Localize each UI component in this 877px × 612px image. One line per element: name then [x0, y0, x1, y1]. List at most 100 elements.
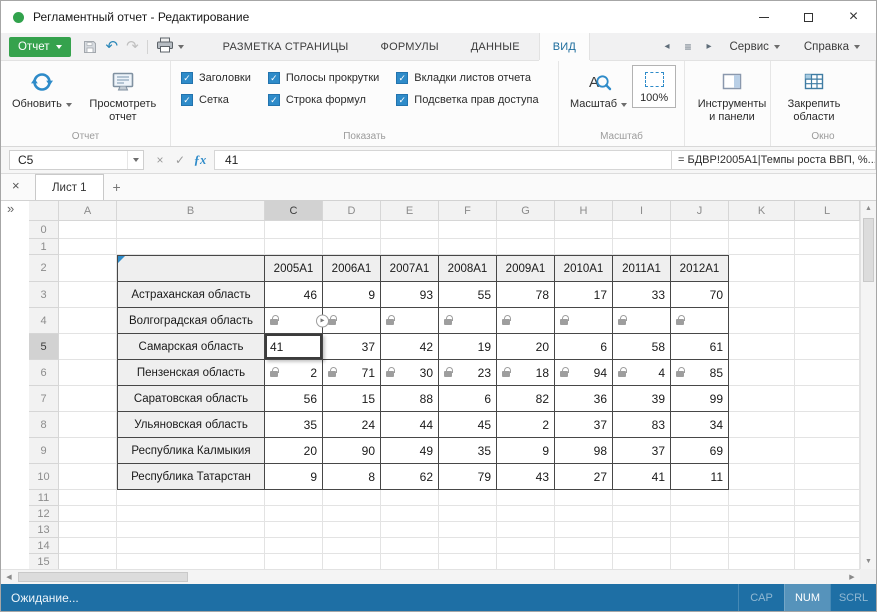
- cell-H7[interactable]: 36: [555, 386, 613, 412]
- cell-C0[interactable]: [265, 221, 323, 239]
- cell-L0[interactable]: [795, 221, 860, 239]
- cell-G5[interactable]: 20: [497, 334, 555, 360]
- cell-E14[interactable]: [381, 538, 439, 554]
- cell-G9[interactable]: 9: [497, 438, 555, 464]
- column-header-F[interactable]: F: [439, 201, 497, 221]
- cell-I9[interactable]: 37: [613, 438, 671, 464]
- cell-L12[interactable]: [795, 506, 860, 522]
- row-header-2[interactable]: 2: [29, 255, 59, 282]
- scroll-up-icon[interactable]: ▲: [861, 201, 876, 216]
- cell-H14[interactable]: [555, 538, 613, 554]
- cell-G14[interactable]: [497, 538, 555, 554]
- cell-C3[interactable]: 46: [265, 282, 323, 308]
- cell-D10[interactable]: 8: [323, 464, 381, 490]
- vertical-scroll-thumb[interactable]: [863, 218, 874, 282]
- cell-C11[interactable]: [265, 490, 323, 506]
- cell-F2[interactable]: 2008A1: [439, 255, 497, 282]
- tab-formulas[interactable]: ФОРМУЛЫ: [368, 33, 452, 60]
- column-header-C[interactable]: C: [265, 201, 323, 221]
- cell-L7[interactable]: [795, 386, 860, 412]
- row-header-8[interactable]: 8: [29, 412, 59, 438]
- cell-B3[interactable]: Астраханская область: [117, 282, 265, 308]
- cell-F10[interactable]: 79: [439, 464, 497, 490]
- cancel-entry-button[interactable]: ×: [150, 153, 170, 167]
- cell-J15[interactable]: [671, 554, 729, 569]
- cell-L9[interactable]: [795, 438, 860, 464]
- freeze-panes-button[interactable]: Закрепить области: [777, 65, 851, 127]
- cell-D3[interactable]: 9: [323, 282, 381, 308]
- row-header-10[interactable]: 10: [29, 464, 59, 490]
- row-header-3[interactable]: 3: [29, 282, 59, 308]
- cell-F4[interactable]: [439, 308, 497, 334]
- cell-F13[interactable]: [439, 522, 497, 538]
- cell-E11[interactable]: [381, 490, 439, 506]
- horizontal-scrollbar[interactable]: ◀ ▶: [1, 569, 860, 584]
- cell-C12[interactable]: [265, 506, 323, 522]
- column-header-K[interactable]: K: [729, 201, 795, 221]
- cell-G4[interactable]: [497, 308, 555, 334]
- cell-B5[interactable]: Самарская область: [117, 334, 265, 360]
- maximize-button[interactable]: [786, 1, 831, 33]
- cell-H0[interactable]: [555, 221, 613, 239]
- cell-K14[interactable]: [729, 538, 795, 554]
- cell-B0[interactable]: [117, 221, 265, 239]
- cell-F6[interactable]: 23: [439, 360, 497, 386]
- cell-A13[interactable]: [59, 522, 117, 538]
- row-header-0[interactable]: 0: [29, 221, 59, 239]
- cell-L5[interactable]: [795, 334, 860, 360]
- cell-B6[interactable]: Пензенская область: [117, 360, 265, 386]
- cell-C10[interactable]: 9: [265, 464, 323, 490]
- cell-C5[interactable]: 41: [265, 334, 323, 360]
- cell-F14[interactable]: [439, 538, 497, 554]
- cell-K1[interactable]: [729, 239, 795, 255]
- cell-L13[interactable]: [795, 522, 860, 538]
- cell-B12[interactable]: [117, 506, 265, 522]
- cell-A7[interactable]: [59, 386, 117, 412]
- print-button[interactable]: [156, 37, 184, 56]
- cell-G8[interactable]: 2: [497, 412, 555, 438]
- cell-K6[interactable]: [729, 360, 795, 386]
- scroll-left-icon[interactable]: ◀: [1, 570, 17, 584]
- cell-G6[interactable]: 18: [497, 360, 555, 386]
- cell-E3[interactable]: 93: [381, 282, 439, 308]
- cell-B8[interactable]: Ульяновская область: [117, 412, 265, 438]
- cell-L3[interactable]: [795, 282, 860, 308]
- cell-H11[interactable]: [555, 490, 613, 506]
- cell-J6[interactable]: 85: [671, 360, 729, 386]
- cell-A15[interactable]: [59, 554, 117, 569]
- cell-H5[interactable]: 6: [555, 334, 613, 360]
- cell-E12[interactable]: [381, 506, 439, 522]
- cell-H1[interactable]: [555, 239, 613, 255]
- cell-B10[interactable]: Республика Татарстан: [117, 464, 265, 490]
- cell-I8[interactable]: 83: [613, 412, 671, 438]
- cell-E15[interactable]: [381, 554, 439, 569]
- cell-J3[interactable]: 70: [671, 282, 729, 308]
- cell-I6[interactable]: 4: [613, 360, 671, 386]
- cell-G10[interactable]: 43: [497, 464, 555, 490]
- cell-J2[interactable]: 2012A1: [671, 255, 729, 282]
- cell-E13[interactable]: [381, 522, 439, 538]
- cell-F11[interactable]: [439, 490, 497, 506]
- cell-G15[interactable]: [497, 554, 555, 569]
- column-header-E[interactable]: E: [381, 201, 439, 221]
- cell-A3[interactable]: [59, 282, 117, 308]
- ribbon-options-icon[interactable]: ≡: [679, 38, 696, 55]
- cell-I14[interactable]: [613, 538, 671, 554]
- cell-B4[interactable]: Волгоградская область: [117, 308, 265, 334]
- preview-report-button[interactable]: Просмотреть отчет: [77, 65, 169, 127]
- cell-A9[interactable]: [59, 438, 117, 464]
- toggle-access-rights[interactable]: ✓ Подсветка прав доступа: [396, 94, 538, 106]
- cell-A2[interactable]: [59, 255, 117, 282]
- cell-I4[interactable]: [613, 308, 671, 334]
- row-header-13[interactable]: 13: [29, 522, 59, 538]
- cell-A5[interactable]: [59, 334, 117, 360]
- cell-H15[interactable]: [555, 554, 613, 569]
- cell-J10[interactable]: 11: [671, 464, 729, 490]
- cell-I3[interactable]: 33: [613, 282, 671, 308]
- cell-I15[interactable]: [613, 554, 671, 569]
- undo-button[interactable]: ↶: [106, 39, 119, 54]
- cell-D9[interactable]: 90: [323, 438, 381, 464]
- row-header-6[interactable]: 6: [29, 360, 59, 386]
- cell-reference-box[interactable]: C5: [9, 150, 144, 170]
- sheet-tab[interactable]: Лист 1: [35, 174, 104, 200]
